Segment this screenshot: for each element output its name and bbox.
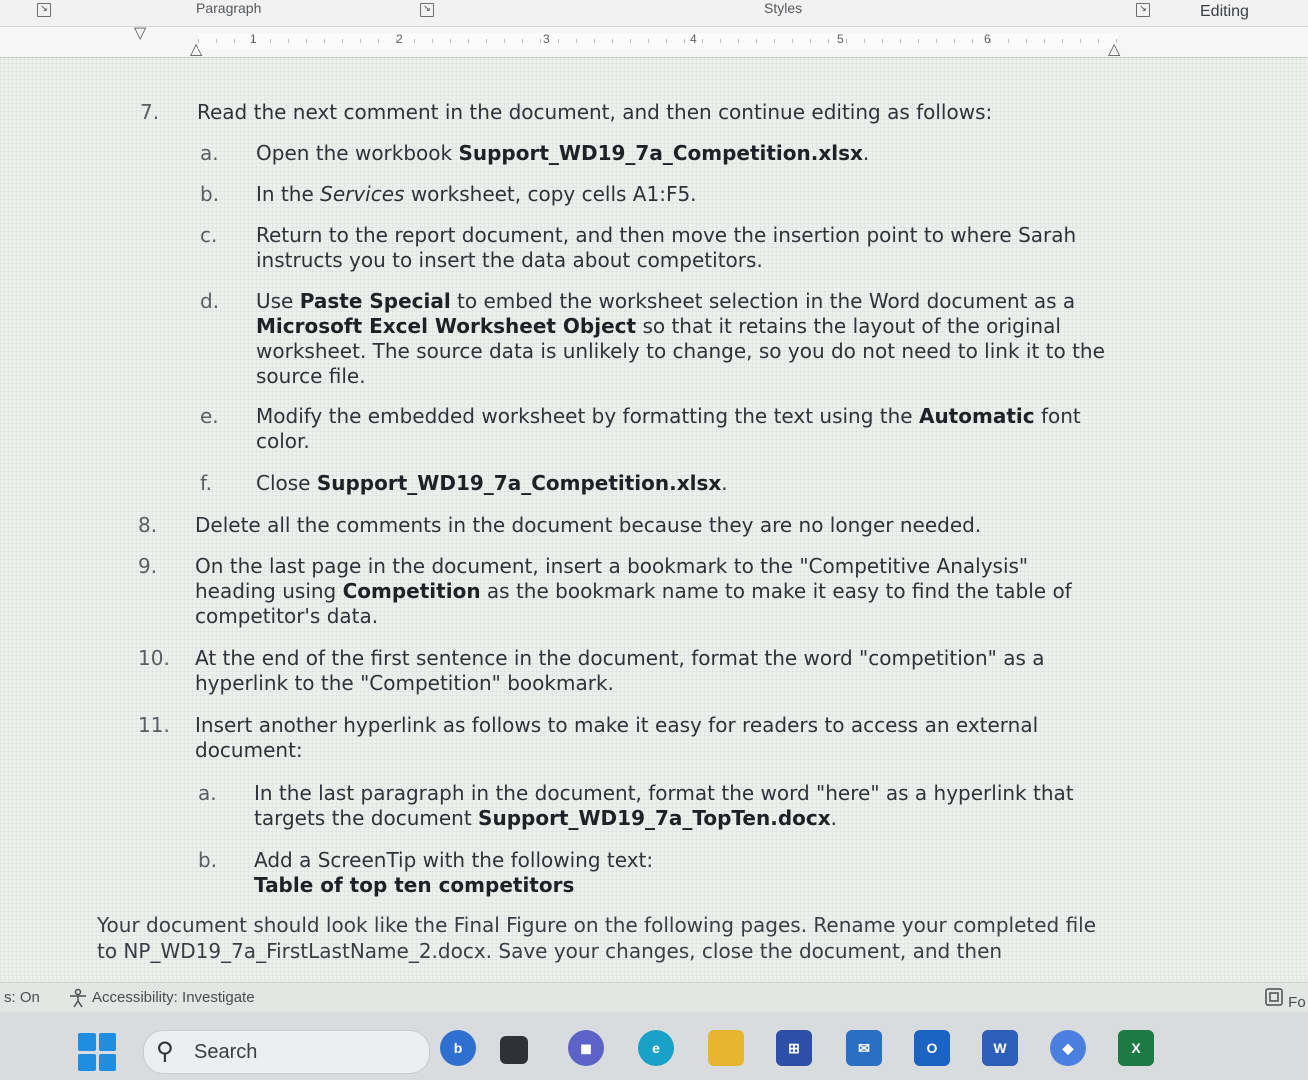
windows-taskbar: ⚲ Search b ◼ e ⊞ ✉ O W ◆ X [0,1012,1308,1080]
ruler-number: 3 [543,32,550,46]
microsoft-store-icon[interactable]: ⊞ [776,1030,812,1066]
teams-chat-icon[interactable]: ◼ [568,1030,604,1066]
styles-group-label: Styles [764,0,803,16]
closing-paragraph: Your document should look like the Final… [97,913,1097,963]
copilot-icon[interactable]: ◆ [1050,1030,1086,1066]
ruler-text-area [198,33,1118,49]
ruler-number: 6 [984,32,991,46]
ribbon-groups-strip: ↘ Paragraph ↘ Styles ↘ Editing [0,0,1308,27]
edge-icon[interactable]: e [638,1030,674,1066]
ruler-number: 5 [837,32,844,46]
editing-mode-button[interactable]: Editing [1200,3,1249,21]
ruler-number: 2 [396,32,403,46]
paragraph-group-label: Paragraph [196,0,262,16]
ruler-number: 1 [250,32,257,46]
horizontal-ruler[interactable]: ▽ △ 1 2 3 4 5 6 △ [0,25,1308,58]
right-indent-icon[interactable]: △ [1108,41,1120,57]
accessibility-status-button[interactable]: Accessibility: Investigate [92,989,255,1006]
document-page[interactable]: 7. Read the next comment in the document… [0,58,1308,980]
first-line-indent-icon[interactable]: ▽ [134,25,146,41]
status-track-changes-label[interactable]: s: On [4,989,40,1006]
start-button[interactable] [78,1033,116,1071]
taskbar-search-box[interactable]: ⚲ Search [143,1030,430,1074]
focus-mode-button[interactable]: Fo [1264,987,1306,1011]
styles-dialog-launcher-icon[interactable]: ↘ [1136,3,1150,17]
search-placeholder: Search [194,1041,258,1063]
word-icon[interactable]: W [982,1030,1018,1066]
search-icon: ⚲ [156,1037,174,1065]
excel-icon[interactable]: X [1118,1030,1154,1066]
task-view-icon[interactable] [500,1036,528,1064]
mail-icon[interactable]: ✉ [846,1030,882,1066]
paragraph-dialog-launcher-icon[interactable]: ↘ [420,3,434,17]
font-dialog-launcher-icon[interactable]: ↘ [37,3,51,17]
outlook-icon[interactable]: O [914,1030,950,1066]
file-explorer-icon[interactable] [708,1030,744,1066]
windows-logo-icon [78,1033,96,1051]
ruler-number: 4 [690,32,697,46]
status-bar: s: On Accessibility: Investigate Fo [0,982,1308,1013]
accessibility-icon [66,988,90,1012]
bing-chat-icon[interactable]: b [440,1030,476,1066]
focus-icon [1265,988,1283,1006]
